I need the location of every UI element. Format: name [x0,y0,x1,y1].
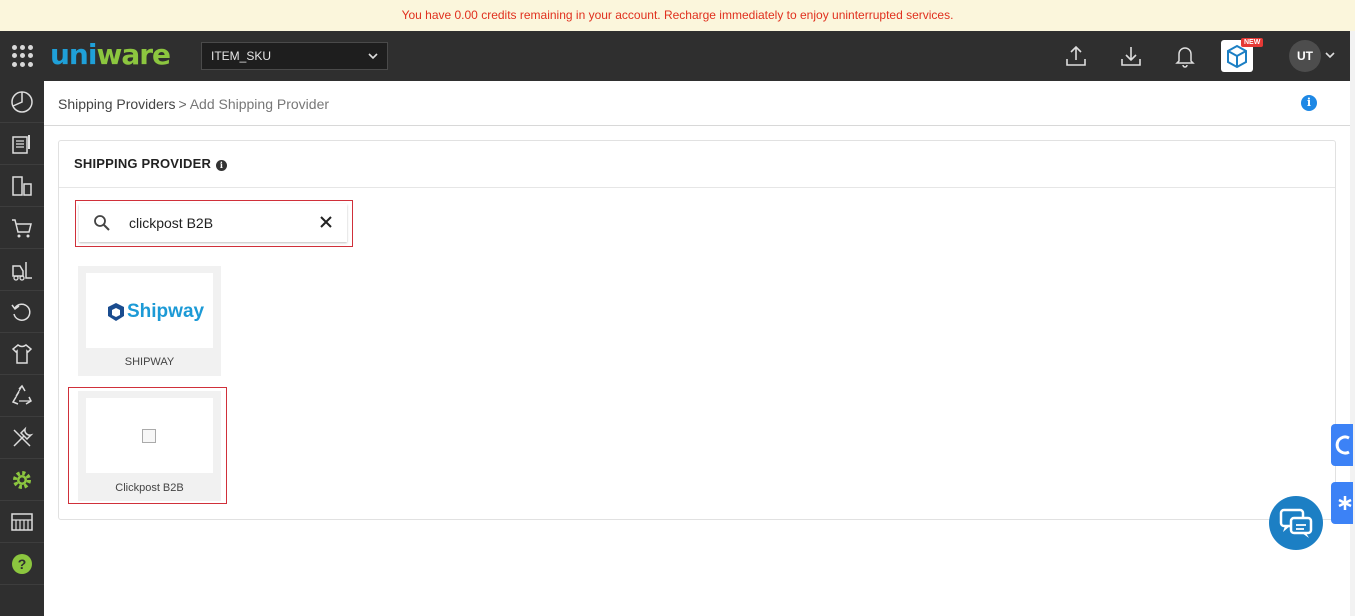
breadcrumb-separator: > [178,96,187,112]
sidebar-item-dashboard[interactable] [0,81,44,123]
user-avatar[interactable]: UT [1289,40,1321,72]
sidebar-item-tools[interactable] [0,417,44,459]
sku-type-select[interactable]: ITEM_SKU [201,42,388,70]
main-content: Shipping Providers > Add Shipping Provider… [44,81,1350,616]
recycle-icon [11,384,32,405]
user-menu-chevron-down-icon[interactable] [1325,48,1335,65]
tools-icon [13,426,34,447]
sidebar-item-barcode[interactable] [0,501,44,543]
card-title: SHIPPING PROVIDER i [74,156,228,171]
sidebar-item-settings[interactable] [0,459,44,501]
app-launcher-icon[interactable] [12,45,34,67]
credits-warning-banner: You have 0.00 credits remaining in your … [0,0,1355,31]
broken-image-icon [142,429,156,443]
chevron-down-icon [368,43,378,78]
provider-label: Clickpost B2B [115,482,184,494]
breadcrumb: Shipping Providers > Add Shipping Provider [58,96,329,112]
shipping-provider-card: SHIPPING PROVIDER i Shipway SHIPWAY [58,140,1336,520]
shipway-logo-text: Shipway [127,301,205,322]
card-info-icon[interactable]: i [216,160,228,171]
left-sidebar: ? [0,81,44,616]
provider-search-box [79,204,347,242]
sidebar-item-returns[interactable] [0,291,44,333]
new-badge: NEW [1241,38,1264,47]
settings-gear-icon [13,470,31,489]
logo-text-ware: ware [96,38,171,71]
sidebar-item-help[interactable]: ? [0,543,44,585]
sidebar-item-inventory[interactable] [0,249,44,291]
sidebar-item-products[interactable] [0,165,44,207]
vertical-scrollbar[interactable] [1350,31,1355,616]
sidebar-item-apparel[interactable] [0,333,44,375]
header-divider [44,125,1350,126]
download-icon[interactable] [1118,43,1144,69]
sidebar-item-recycle[interactable] [0,375,44,417]
forklift-icon [12,261,32,281]
notification-bell-icon[interactable] [1172,43,1198,69]
provider-label: SHIPWAY [124,356,175,368]
sidebar-item-cart[interactable] [0,207,44,249]
barcode-icon [11,512,33,531]
shipway-box-icon [107,302,125,327]
provider-logo-area [86,398,213,473]
page-info-icon[interactable]: i [1301,95,1317,111]
products-icon [12,175,32,196]
chat-support-button[interactable] [1269,496,1323,550]
provider-tile-shipway[interactable]: Shipway SHIPWAY [78,266,221,376]
chat-bubbles-icon [1279,508,1313,538]
svg-text:?: ? [18,556,27,572]
sku-select-value: ITEM_SKU [211,49,272,63]
uniware-logo[interactable]: uniware [50,38,171,71]
cart-icon [12,218,32,237]
orders-icon [12,134,30,154]
provider-tile-clickpost-b2b[interactable]: Clickpost B2B [78,391,221,501]
card-divider [59,187,1335,188]
top-navigation-bar: uniware ITEM_SKU NEW UT [0,31,1350,81]
clear-search-icon[interactable] [319,213,333,236]
sidebar-item-orders[interactable] [0,123,44,165]
shirt-icon [11,343,33,364]
search-icon [93,214,111,237]
provider-logo-area: Shipway [86,273,213,348]
dashboard-icon [11,90,33,113]
help-icon: ? [12,553,32,574]
upload-icon[interactable] [1063,43,1089,69]
side-widget-button-bottom[interactable] [1331,482,1353,524]
side-widget-button-top[interactable] [1331,424,1353,466]
returns-icon [11,303,31,321]
logo-text-uni: uni [50,38,97,71]
breadcrumb-current: Add Shipping Provider [189,96,330,112]
card-title-text: SHIPPING PROVIDER [74,156,212,171]
provider-search-input[interactable] [129,213,309,233]
breadcrumb-shipping-providers[interactable]: Shipping Providers [58,96,176,112]
